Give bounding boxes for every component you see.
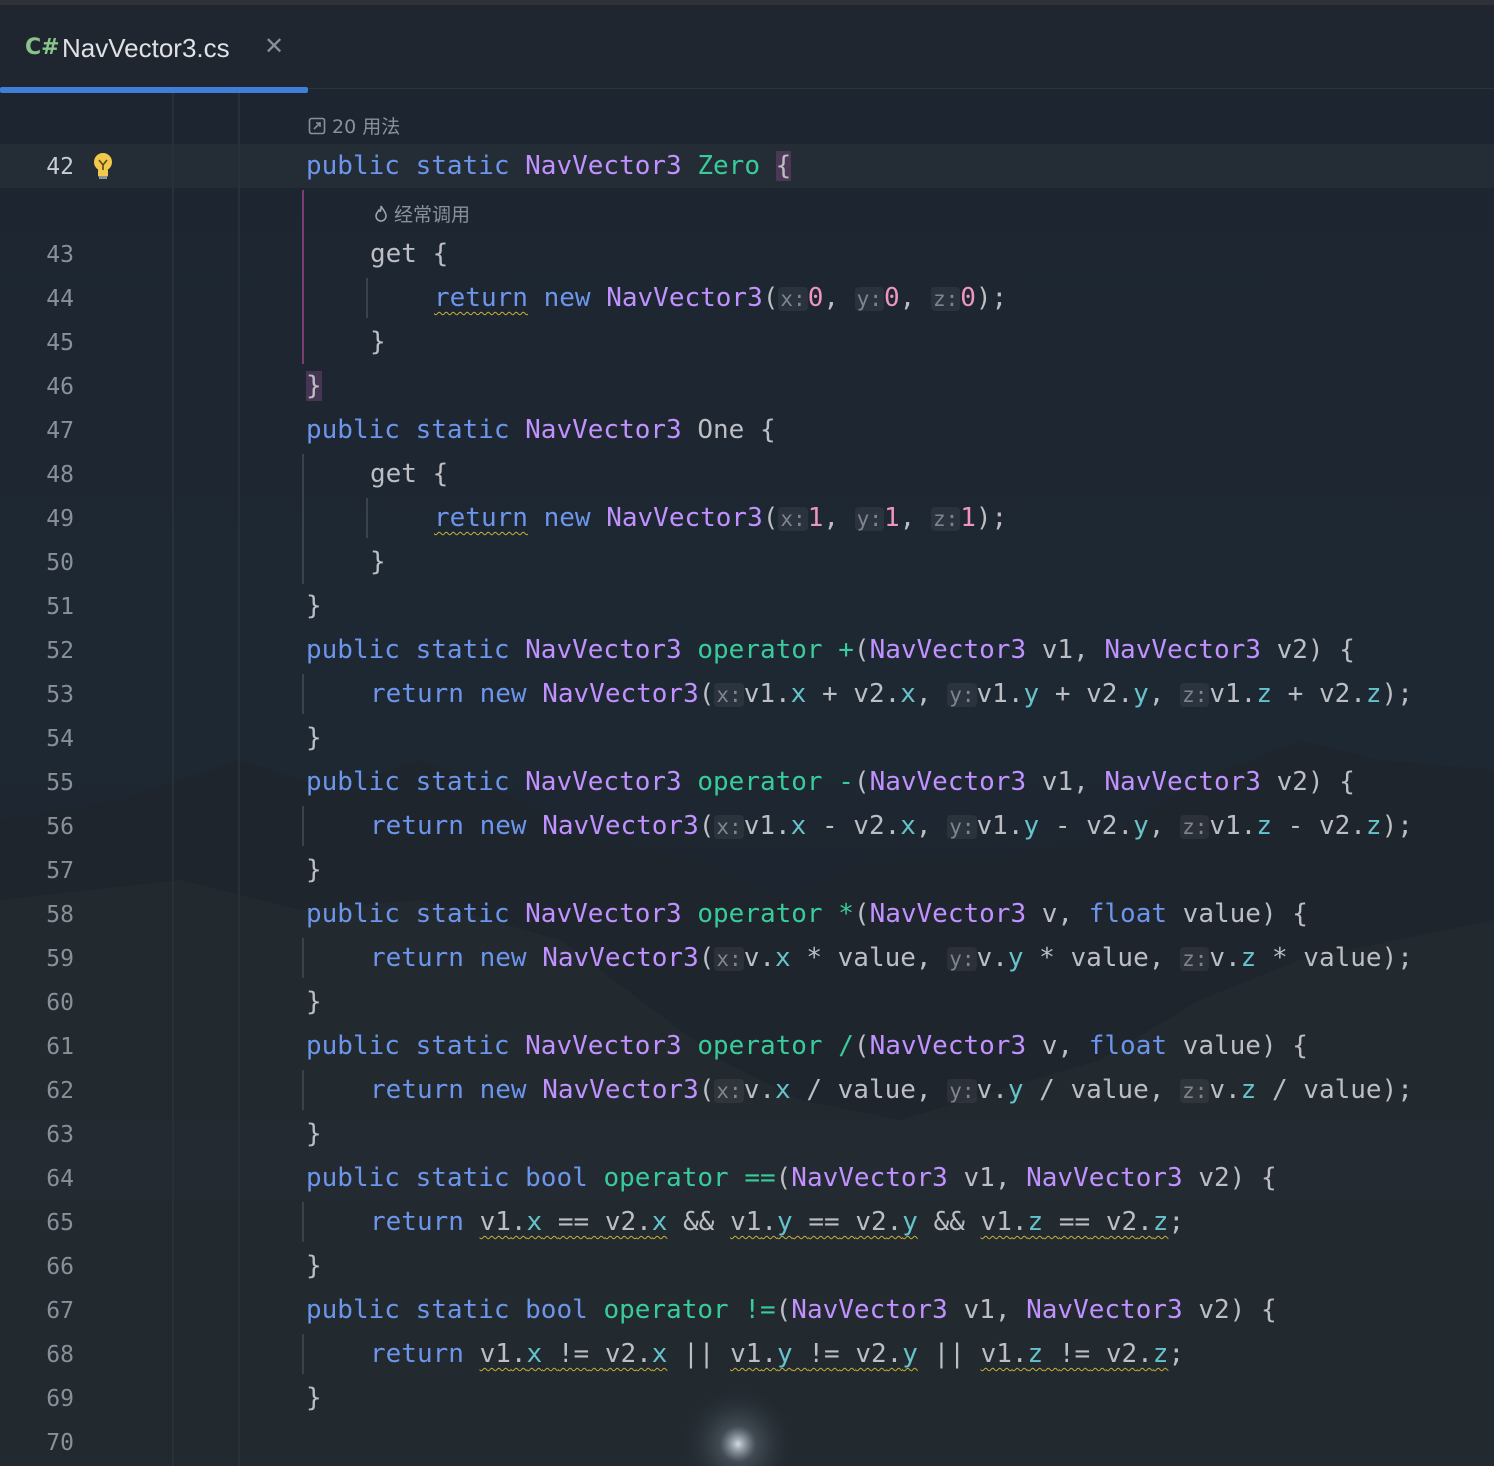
tab-label: NavVector3.cs [62, 33, 230, 63]
scope-guide [302, 454, 304, 584]
line-number: 48 [46, 462, 74, 488]
code-line: return v1.x == v2.x && v1.y == v2.y && v… [370, 1207, 1185, 1237]
scope-guide [302, 806, 304, 846]
line-number: 52 [46, 638, 74, 664]
code-line: } [306, 1251, 322, 1281]
scope-guide [366, 278, 368, 318]
editor-tab-bar: C# NavVector3.cs ✕ [0, 0, 1494, 93]
line-number: 68 [46, 1342, 74, 1368]
line-number: 43 [46, 242, 74, 268]
line-number: 53 [46, 682, 74, 708]
line-number: 67 [46, 1298, 74, 1324]
code-line: return v1.x != v2.x || v1.y != v2.y || v… [370, 1339, 1185, 1369]
line-number: 57 [46, 858, 74, 884]
code-line: return new NavVector3(x:v.x / value, y:v… [370, 1075, 1413, 1105]
code-editor[interactable]: 42 43 44 45 46 47 48 49 50 51 52 53 54 5… [0, 88, 1494, 1466]
line-number: 44 [46, 286, 74, 312]
line-number: 64 [46, 1166, 74, 1192]
line-number: 60 [46, 990, 74, 1016]
external-link-icon [308, 117, 326, 135]
code-line: return new NavVector3(x:0, y:0, z:0); [434, 283, 1008, 313]
scope-guide [302, 1202, 304, 1242]
active-tab-indicator [0, 87, 308, 93]
frequent-call-hint: 经常调用 [374, 200, 470, 227]
code-line: public static NavVector3 Zero { [306, 151, 792, 181]
code-line: } [306, 1119, 322, 1149]
line-number: 49 [46, 506, 74, 532]
code-line: } [306, 591, 322, 621]
line-number: 54 [46, 726, 74, 752]
scope-guide [302, 1334, 304, 1374]
line-number: 51 [46, 594, 74, 620]
scope-guide [302, 1070, 304, 1110]
code-line: return new NavVector3(x:v1.x - v2.x, y:v… [370, 811, 1413, 841]
scope-guide [302, 938, 304, 978]
scope-guide [302, 674, 304, 714]
line-number: 55 [46, 770, 74, 796]
code-line: } [306, 987, 322, 1017]
gutter-divider [172, 88, 174, 1466]
code-line: public static NavVector3 operator +(NavV… [306, 635, 1355, 665]
line-number: 46 [46, 374, 74, 400]
line-number: 42 [46, 154, 74, 180]
line-number: 62 [46, 1078, 74, 1104]
scope-guide [302, 190, 304, 364]
code-line: } [370, 547, 386, 577]
code-line: public static bool operator ==(NavVector… [306, 1163, 1277, 1193]
close-icon[interactable]: ✕ [264, 32, 284, 60]
flame-icon [375, 205, 387, 222]
code-line: } [370, 327, 386, 357]
code-line: } [306, 855, 322, 885]
usages-hint[interactable]: 20 用法 [308, 112, 400, 139]
code-line: get { [370, 459, 449, 489]
line-number: 59 [46, 946, 74, 972]
tab-navvector3[interactable]: C# NavVector3.cs ✕ [0, 5, 308, 93]
line-number: 56 [46, 814, 74, 840]
frequent-text: 经常调用 [394, 204, 471, 226]
line-number: 50 [46, 550, 74, 576]
code-line: return new NavVector3(x:v.x * value, y:v… [370, 943, 1413, 973]
indent-guide [238, 88, 240, 1466]
line-number: 58 [46, 902, 74, 928]
csharp-file-icon: C# [25, 35, 60, 60]
code-line: public static NavVector3 operator *(NavV… [306, 899, 1308, 929]
code-line: return new NavVector3(x:v1.x + v2.x, y:v… [370, 679, 1413, 709]
line-number: 69 [46, 1386, 74, 1412]
code-line: return new NavVector3(x:1, y:1, z:1); [434, 503, 1008, 533]
line-number: 63 [46, 1122, 74, 1148]
code-line: } [306, 371, 322, 401]
line-number: 70 [46, 1430, 74, 1456]
line-number: 61 [46, 1034, 74, 1060]
code-line: } [306, 723, 322, 753]
line-number: 45 [46, 330, 74, 356]
line-number: 66 [46, 1254, 74, 1280]
code-line: public static NavVector3 operator -(NavV… [306, 767, 1355, 797]
lightbulb-icon[interactable] [92, 152, 114, 182]
code-line: public static bool operator !=(NavVector… [306, 1295, 1277, 1325]
code-line: } [306, 1383, 322, 1413]
line-number: 47 [46, 418, 74, 444]
usages-text: 20 用法 [332, 116, 401, 138]
code-line: get { [370, 239, 449, 269]
line-number: 65 [46, 1210, 74, 1236]
code-line: public static NavVector3 operator /(NavV… [306, 1031, 1308, 1061]
scope-guide [366, 498, 368, 538]
code-line: public static NavVector3 One { [306, 415, 776, 445]
